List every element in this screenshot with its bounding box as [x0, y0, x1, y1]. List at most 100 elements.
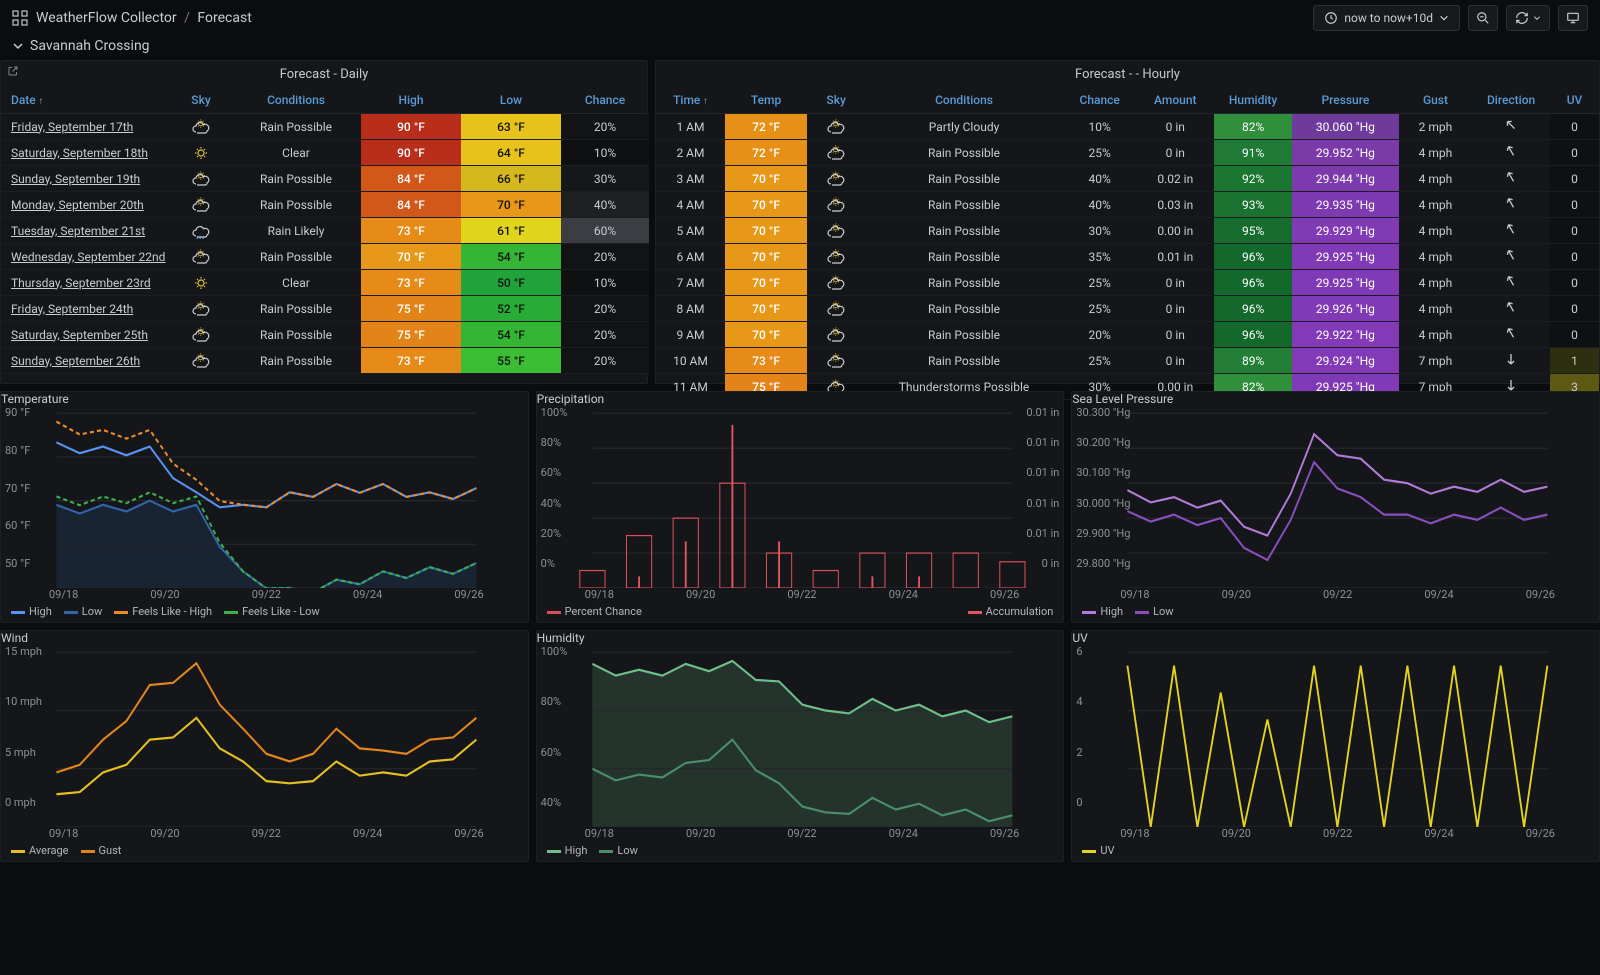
cell-sky-icon — [807, 192, 865, 218]
col-uv[interactable]: UV — [1550, 87, 1599, 114]
panel-link-icon[interactable] — [7, 65, 19, 81]
cell-sky-icon — [171, 140, 231, 166]
dashboard-grid-icon[interactable] — [12, 10, 28, 26]
col-sky[interactable]: Sky — [807, 87, 865, 114]
cell-date[interactable]: Saturday, September 25th — [1, 322, 171, 348]
refresh-button[interactable] — [1506, 5, 1550, 31]
cell-date[interactable]: Friday, September 17th — [1, 114, 171, 140]
cell-sky-icon — [807, 244, 865, 270]
col-time[interactable]: Time ↑ — [656, 87, 725, 114]
legend-item[interactable]: Low — [1135, 605, 1173, 618]
cell-high: 73 °F — [361, 270, 461, 296]
cell-date[interactable]: Sunday, September 26th — [1, 348, 171, 374]
x-tick: 09/18 — [585, 588, 614, 601]
cell-conditions: Rain Possible — [865, 322, 1063, 348]
breadcrumb[interactable]: WeatherFlow Collector / Forecast — [36, 10, 252, 26]
y-tick: 20% — [541, 527, 568, 540]
col-pressure[interactable]: Pressure — [1292, 87, 1399, 114]
legend-item[interactable]: Low — [64, 605, 102, 618]
legend-item[interactable]: UV — [1082, 844, 1114, 857]
legend-item[interactable]: Percent Chance — [547, 605, 642, 618]
x-tick: 09/26 — [990, 588, 1019, 601]
table-row: Tuesday, September 21stRain Likely73 °F6… — [1, 218, 649, 244]
cell-direction — [1472, 322, 1550, 348]
cell-high: 73 °F — [361, 348, 461, 374]
breadcrumb-separator: / — [184, 10, 190, 26]
timerange-picker[interactable]: now to now+10d — [1313, 5, 1460, 31]
cell-humidity: 91% — [1214, 140, 1292, 166]
legend-item[interactable]: Gust — [81, 844, 122, 857]
cell-date[interactable]: Monday, September 20th — [1, 192, 171, 218]
cell-high: 75 °F — [361, 296, 461, 322]
cell-sky-icon — [171, 192, 231, 218]
section-row[interactable]: Savannah Crossing — [0, 36, 1600, 60]
col-temp[interactable]: Temp — [725, 87, 807, 114]
zoom-out-button[interactable] — [1468, 5, 1498, 31]
cell-gust: 4 mph — [1399, 192, 1472, 218]
cell-date[interactable]: Thursday, September 23rd — [1, 270, 171, 296]
table-row: Saturday, September 25thRain Possible75 … — [1, 322, 649, 348]
tv-mode-button[interactable] — [1558, 5, 1588, 31]
chart-plot-area[interactable]: 6420 — [1072, 645, 1599, 827]
cell-humidity: 96% — [1214, 322, 1292, 348]
legend-item[interactable]: High — [1082, 605, 1123, 618]
col-direction[interactable]: Direction — [1472, 87, 1550, 114]
legend-item[interactable]: Accumulation — [968, 605, 1054, 618]
cell-high: 70 °F — [361, 244, 461, 270]
cell-date[interactable]: Saturday, September 18th — [1, 140, 171, 166]
hourly-table: Time ↑TempSkyConditionsChanceAmountHumid… — [656, 87, 1599, 400]
table-row: Friday, September 17thRain Possible90 °F… — [1, 114, 649, 140]
cell-conditions: Rain Possible — [865, 270, 1063, 296]
cell-temp: 70 °F — [725, 270, 807, 296]
cell-chance: 25% — [1063, 296, 1136, 322]
y-tick: 30.100 "Hg — [1076, 466, 1130, 479]
legend-item[interactable]: Average — [11, 844, 69, 857]
breadcrumb-page[interactable]: Forecast — [197, 10, 251, 26]
col-date[interactable]: Date ↑ — [1, 87, 171, 114]
col-sky[interactable]: Sky — [171, 87, 231, 114]
cell-time: 6 AM — [656, 244, 725, 270]
cell-sky-icon — [171, 348, 231, 374]
col-chance[interactable]: Chance — [1063, 87, 1136, 114]
x-tick: 09/24 — [1424, 588, 1453, 601]
chart-plot-area[interactable]: 15 mph10 mph5 mph0 mph — [1, 645, 528, 827]
panel-chart-uv: UV642009/1809/2009/2209/2409/26UV — [1071, 630, 1600, 862]
breadcrumb-app[interactable]: WeatherFlow Collector — [36, 10, 177, 26]
cell-sky-icon — [807, 296, 865, 322]
col-amount[interactable]: Amount — [1136, 87, 1214, 114]
col-humidity[interactable]: Humidity — [1214, 87, 1292, 114]
legend-item[interactable]: High — [11, 605, 52, 618]
cell-date[interactable]: Wednesday, September 22nd — [1, 244, 171, 270]
legend-item[interactable]: Feels Like - Low — [224, 605, 320, 618]
legend-item[interactable]: Feels Like - High — [114, 605, 212, 618]
panel-title: Temperature — [1, 392, 528, 406]
col-conditions[interactable]: Conditions — [865, 87, 1063, 114]
legend-item[interactable]: Low — [599, 844, 637, 857]
x-tick: 09/24 — [889, 827, 918, 840]
chart-plot-area[interactable]: 100%80%60%40% — [537, 645, 1064, 827]
y-tick: 30.000 "Hg — [1076, 497, 1130, 510]
cell-uv: 0 — [1550, 218, 1599, 244]
section-title: Savannah Crossing — [30, 38, 150, 54]
topbar: WeatherFlow Collector / Forecast now to … — [0, 0, 1600, 36]
chart-plot-area[interactable]: 90 °F80 °F70 °F60 °F50 °F — [1, 406, 528, 588]
y-tick: 70 °F — [5, 482, 30, 495]
table-row: 8 AM70 °FRain Possible25%0 in96%29.926 "… — [656, 296, 1599, 322]
cell-uv: 0 — [1550, 192, 1599, 218]
x-tick: 09/18 — [585, 827, 614, 840]
cell-humidity: 92% — [1214, 166, 1292, 192]
y-tick: 29.900 "Hg — [1076, 527, 1130, 540]
x-tick: 09/22 — [787, 588, 816, 601]
col-low[interactable]: Low — [461, 87, 561, 114]
col-chance[interactable]: Chance — [561, 87, 649, 114]
cell-date[interactable]: Tuesday, September 21st — [1, 218, 171, 244]
col-high[interactable]: High — [361, 87, 461, 114]
chart-plot-area[interactable]: 30.300 "Hg30.200 "Hg30.100 "Hg30.000 "Hg… — [1072, 406, 1599, 588]
chart-plot-area[interactable]: 100%80%60%40%20%0%0.01 in0.01 in0.01 in0… — [537, 406, 1064, 588]
cell-date[interactable]: Sunday, September 19th — [1, 166, 171, 192]
col-conditions[interactable]: Conditions — [231, 87, 361, 114]
cell-date[interactable]: Friday, September 24th — [1, 296, 171, 322]
col-gust[interactable]: Gust — [1399, 87, 1472, 114]
legend-item[interactable]: High — [547, 844, 588, 857]
chevron-down-icon — [1533, 14, 1541, 22]
